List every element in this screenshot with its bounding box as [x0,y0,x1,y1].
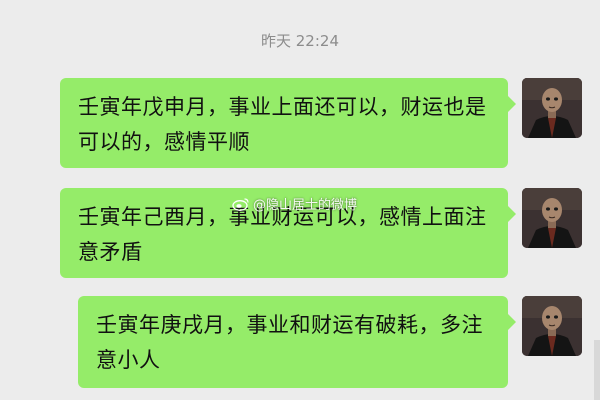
chat-message-row: 壬寅年庚戌月，事业和财运有破耗，多注意小人 [78,296,582,388]
scrollbar-edge [594,340,600,400]
sender-avatar[interactable] [522,188,582,248]
message-bubble[interactable]: 壬寅年庚戌月，事业和财运有破耗，多注意小人 [78,296,516,388]
message-bubble[interactable]: 壬寅年戊申月，事业上面还可以，财运也是可以的，感情平顺 [60,78,516,168]
sender-avatar[interactable] [522,296,582,356]
chat-message-row: 壬寅年己酉月，事业财运可以，感情上面注意矛盾 [60,188,582,278]
chat-message-row: 壬寅年戊申月，事业上面还可以，财运也是可以的，感情平顺 [60,78,582,168]
message-bubble[interactable]: 壬寅年己酉月，事业财运可以，感情上面注意矛盾 [60,188,516,278]
monk-avatar-icon [522,188,582,248]
monk-avatar-icon [522,296,582,356]
monk-avatar-icon [522,78,582,138]
message-timestamp: 昨天 22:24 [261,32,339,50]
sender-avatar[interactable] [522,78,582,138]
